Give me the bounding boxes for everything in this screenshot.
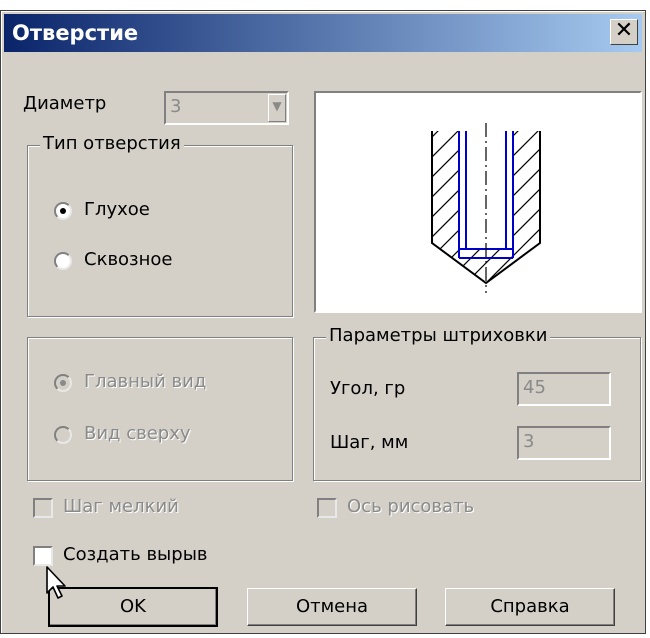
hatch-angle-value: 45 — [523, 377, 546, 398]
radio-dot — [60, 208, 66, 214]
hatch-angle-label: Угол, гр — [330, 378, 406, 399]
title-bar[interactable]: Отверстие ✕ — [4, 14, 642, 52]
radio-main-view-label[interactable]: Главный вид — [84, 371, 206, 392]
radio-through[interactable] — [54, 252, 72, 270]
ok-button[interactable]: OK — [48, 587, 218, 627]
hatch-params-legend: Параметры штриховки — [326, 325, 551, 346]
radio-blind[interactable] — [54, 202, 72, 220]
radio-blind-label[interactable]: Глухое — [84, 199, 150, 220]
cancel-button[interactable]: Отмена — [247, 588, 417, 626]
hole-type-group: Тип отверстия Глухое Сквозное — [27, 133, 293, 317]
hatch-params-group: Параметры штриховки Угол, гр 45 Шаг, мм … — [313, 325, 641, 481]
dialog-title: Отверстие — [12, 21, 139, 45]
hatch-step-input[interactable]: 3 — [517, 426, 611, 460]
radio-dot — [60, 380, 66, 386]
view-group: Главный вид Вид сверху — [27, 337, 293, 481]
diameter-value: 3 — [170, 96, 182, 117]
hole-dialog: Отверстие ✕ Диаметр 3 ▼ Тип отверстия Гл… — [0, 10, 646, 634]
help-button[interactable]: Справка — [445, 588, 615, 626]
diameter-label: Диаметр — [23, 93, 107, 114]
hole-preview — [314, 91, 642, 313]
create-cutout-label[interactable]: Создать вырыв — [63, 544, 208, 565]
close-icon: ✕ — [614, 18, 634, 43]
diameter-combo[interactable]: 3 ▼ — [164, 91, 289, 125]
radio-top-view[interactable] — [54, 426, 72, 444]
create-cutout-checkbox[interactable] — [33, 546, 53, 566]
hole-type-legend: Тип отверстия — [40, 133, 184, 154]
fine-step-label[interactable]: Шаг мелкий — [63, 496, 179, 517]
radio-top-view-label[interactable]: Вид сверху — [84, 423, 191, 444]
draw-axis-label[interactable]: Ось рисовать — [347, 496, 474, 517]
close-button[interactable]: ✕ — [610, 19, 638, 45]
draw-axis-checkbox[interactable] — [317, 498, 337, 518]
chevron-down-icon[interactable]: ▼ — [268, 94, 286, 122]
hole-preview-drawing — [431, 123, 541, 293]
mouse-cursor-icon — [46, 566, 66, 599]
radio-main-view[interactable] — [54, 374, 72, 392]
hatch-step-value: 3 — [523, 431, 535, 452]
radio-through-label[interactable]: Сквозное — [84, 249, 173, 270]
hatch-angle-input[interactable]: 45 — [517, 372, 611, 406]
hatch-step-label: Шаг, мм — [330, 432, 409, 453]
fine-step-checkbox[interactable] — [33, 498, 53, 518]
